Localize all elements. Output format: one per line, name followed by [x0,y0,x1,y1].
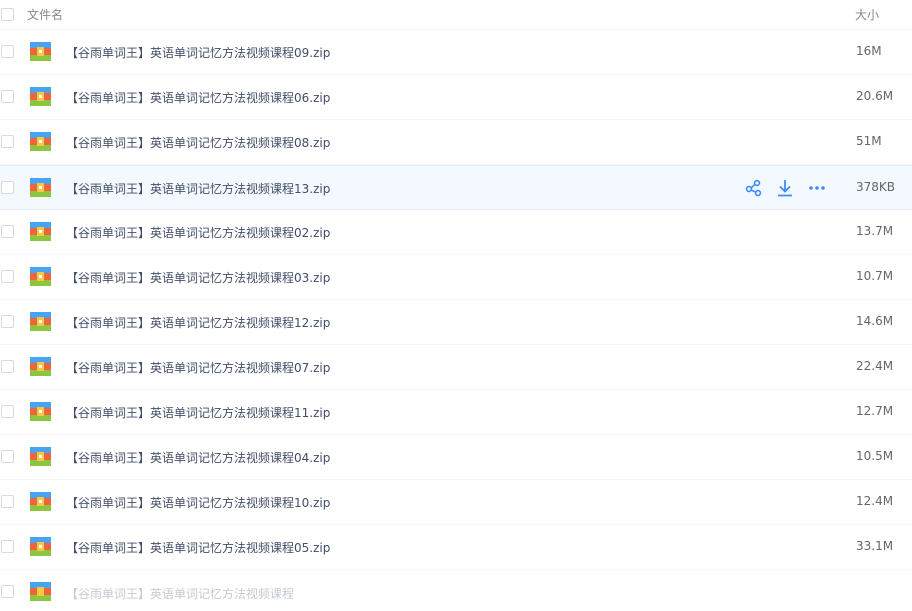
file-size: 12.4M [856,494,894,508]
share-icon[interactable] [745,179,763,197]
select-all-checkbox[interactable] [1,8,14,21]
file-name[interactable]: 【谷雨单词王】英语单词记忆方法视频课程03.zip [66,269,330,286]
file-list-header: 文件名 大小 [0,0,912,30]
file-size: 20.6M [856,89,894,103]
row-checkbox[interactable] [1,315,14,328]
zip-file-icon [30,537,51,556]
file-name[interactable]: 【谷雨单词王】英语单词记忆方法视频课程12.zip [66,314,330,331]
file-name[interactable]: 【谷雨单词王】英语单词记忆方法视频课程04.zip [66,449,330,466]
file-name[interactable]: 【谷雨单词王】英语单词记忆方法视频课程02.zip [66,224,330,241]
row-checkbox[interactable] [1,270,14,283]
row-checkbox[interactable] [1,495,14,508]
list-item[interactable]: 【谷雨单词王】英语单词记忆方法视频课程08.zip 51M [0,120,912,165]
row-checkbox[interactable] [1,450,14,463]
column-header-size[interactable]: 大小 [855,6,879,23]
file-name[interactable]: 【谷雨单词王】英语单词记忆方法视频课程07.zip [66,359,330,376]
file-size: 12.7M [856,404,894,418]
row-checkbox[interactable] [1,135,14,148]
file-size: 22.4M [856,359,894,373]
column-header-name[interactable]: 文件名 [27,6,63,23]
list-item[interactable]: 【谷雨单词王】英语单词记忆方法视频课程03.zip 10.7M [0,255,912,300]
list-item[interactable]: 【谷雨单词王】英语单词记忆方法视频课程10.zip 12.4M [0,480,912,525]
list-item[interactable]: 【谷雨单词王】英语单词记忆方法视频课程12.zip 14.6M [0,300,912,345]
row-checkbox[interactable] [1,540,14,553]
file-size: 10.7M [856,269,894,283]
file-size: 10.5M [856,449,894,463]
file-size: 51M [856,134,882,148]
file-name[interactable]: 【谷雨单词王】英语单词记忆方法视频课程13.zip [66,180,330,197]
list-item[interactable]: 【谷雨单词王】英语单词记忆方法视频课程07.zip 22.4M [0,345,912,390]
row-checkbox[interactable] [1,585,14,598]
list-item-partial[interactable]: 【谷雨单词王】英语单词记忆方法视频课程 [0,570,912,611]
zip-file-icon [30,492,51,511]
zip-file-icon [30,87,51,106]
zip-file-icon [30,312,51,331]
list-item[interactable]: 【谷雨单词王】英语单词记忆方法视频课程05.zip 33.1M [0,525,912,570]
row-checkbox[interactable] [1,405,14,418]
file-size: 33.1M [856,539,894,553]
list-item[interactable]: 【谷雨单词王】英语单词记忆方法视频课程11.zip 12.7M [0,390,912,435]
file-name[interactable]: 【谷雨单词王】英语单词记忆方法视频课程09.zip [66,44,330,61]
list-item[interactable]: 【谷雨单词王】英语单词记忆方法视频课程04.zip 10.5M [0,435,912,480]
row-checkbox[interactable] [1,360,14,373]
more-icon[interactable] [808,179,826,197]
zip-file-icon [30,42,51,61]
zip-file-icon [30,222,51,241]
row-checkbox[interactable] [1,181,14,194]
list-item[interactable]: 【谷雨单词王】英语单词记忆方法视频课程13.zip 378KB [0,165,912,210]
row-checkbox[interactable] [1,225,14,238]
zip-file-icon [30,267,51,286]
file-size: 14.6M [856,314,894,328]
zip-file-icon [30,178,51,197]
download-icon[interactable] [776,179,794,197]
zip-file-icon [30,447,51,466]
file-name[interactable]: 【谷雨单词王】英语单词记忆方法视频课程11.zip [66,404,330,421]
file-name[interactable]: 【谷雨单词王】英语单词记忆方法视频课程 [66,585,294,602]
list-item[interactable]: 【谷雨单词王】英语单词记忆方法视频课程06.zip 20.6M [0,75,912,120]
row-checkbox[interactable] [1,45,14,58]
file-name[interactable]: 【谷雨单词王】英语单词记忆方法视频课程08.zip [66,134,330,151]
file-size: 13.7M [856,224,894,238]
zip-file-icon [30,402,51,421]
file-name[interactable]: 【谷雨单词王】英语单词记忆方法视频课程05.zip [66,539,330,556]
file-name[interactable]: 【谷雨单词王】英语单词记忆方法视频课程06.zip [66,89,330,106]
list-item[interactable]: 【谷雨单词王】英语单词记忆方法视频课程02.zip 13.7M [0,210,912,255]
file-size: 16M [856,44,882,58]
row-checkbox[interactable] [1,90,14,103]
file-name[interactable]: 【谷雨单词王】英语单词记忆方法视频课程10.zip [66,494,330,511]
list-item[interactable]: 【谷雨单词王】英语单词记忆方法视频课程09.zip 16M [0,30,912,75]
zip-file-icon [30,582,51,601]
zip-file-icon [30,132,51,151]
zip-file-icon [30,357,51,376]
file-size: 378KB [856,180,896,194]
